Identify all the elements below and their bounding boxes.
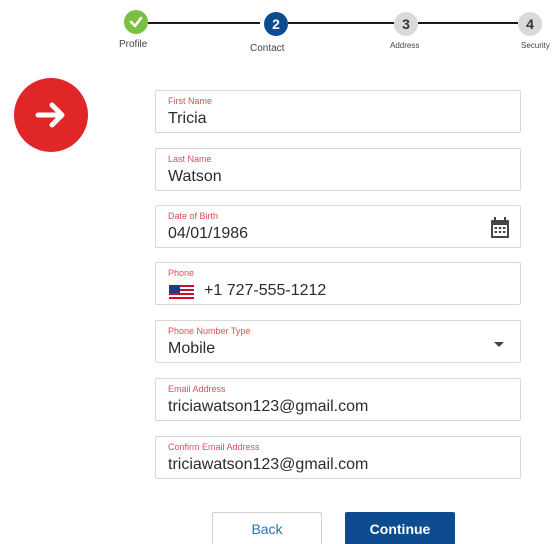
arrow-right-icon (35, 102, 65, 128)
step-label-security: Security (521, 41, 550, 50)
phone-value[interactable]: +1 727-555-1212 (204, 282, 326, 300)
dob-value[interactable]: 04/01/1986 (168, 225, 248, 243)
last-name-label: Last Name (168, 154, 212, 164)
dob-field[interactable]: Date of Birth 04/01/1986 (155, 205, 521, 248)
dob-label: Date of Birth (168, 211, 219, 221)
us-flag-icon[interactable] (169, 285, 194, 299)
first-name-field[interactable]: First Name Tricia (155, 90, 521, 133)
phone-type-label: Phone Number Type (168, 326, 251, 336)
confirm-email-label: Confirm Email Address (168, 442, 260, 452)
step-label-profile: Profile (119, 39, 148, 50)
email-label: Email Address (168, 384, 226, 394)
email-field[interactable]: Email Address triciawatson123@gmail.com (155, 378, 521, 421)
stepper-connector (288, 22, 394, 24)
step-label-contact: Contact (250, 43, 285, 54)
phone-type-value[interactable]: Mobile (168, 340, 215, 358)
back-button[interactable]: Back (212, 512, 322, 544)
calendar-icon[interactable] (490, 217, 510, 239)
stepper-connector (148, 22, 260, 24)
confirm-email-field[interactable]: Confirm Email Address triciawatson123@gm… (155, 436, 521, 479)
step-security-number[interactable]: 4 (518, 12, 542, 36)
first-name-value[interactable]: Tricia (168, 110, 207, 128)
first-name-label: First Name (168, 96, 213, 106)
chevron-down-icon[interactable] (494, 342, 504, 347)
continue-button[interactable]: Continue (345, 512, 455, 544)
step-address-number[interactable]: 3 (394, 12, 418, 36)
check-icon (129, 16, 143, 28)
step-profile-check-icon[interactable] (124, 10, 148, 34)
phone-field[interactable]: Phone +1 727-555-1212 (155, 262, 521, 305)
progress-stepper: Profile 2 Contact 3 Address 4 Security (0, 0, 557, 70)
phone-type-select[interactable]: Phone Number Type Mobile (155, 320, 521, 363)
email-value[interactable]: triciawatson123@gmail.com (168, 398, 368, 416)
phone-label: Phone (168, 268, 195, 278)
last-name-value[interactable]: Watson (168, 168, 222, 186)
arrow-badge (14, 78, 88, 152)
confirm-email-value[interactable]: triciawatson123@gmail.com (168, 456, 368, 474)
stepper-connector (418, 22, 518, 24)
last-name-field[interactable]: Last Name Watson (155, 148, 521, 191)
step-contact-number[interactable]: 2 (264, 12, 288, 36)
step-label-address: Address (390, 41, 420, 50)
